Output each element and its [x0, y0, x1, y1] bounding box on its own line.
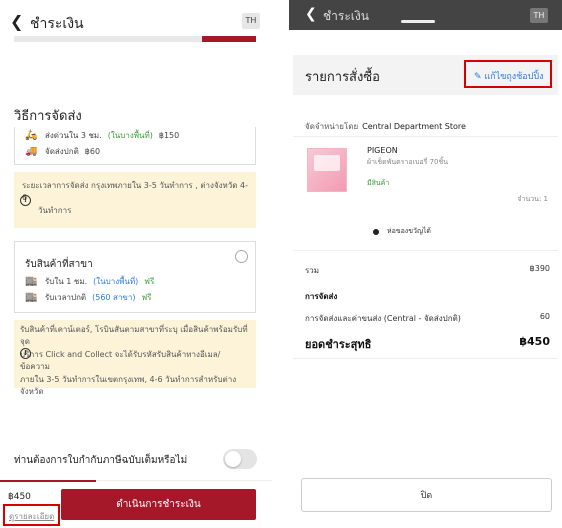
delivery-fast-icon: 🛵	[25, 130, 38, 141]
notice-text: บริการ Click and Collect จะได้รับรหัสรับ…	[20, 349, 221, 372]
toggle-knob	[225, 451, 241, 467]
seller-label: จัดจำหน่ายโดย	[305, 122, 359, 131]
back-icon[interactable]: ❮	[10, 12, 23, 31]
seller-name: Central Department Store	[362, 122, 466, 131]
info-icon: !	[20, 195, 31, 206]
notice-text: วันทำการ	[38, 205, 72, 215]
product-brand: PIGEON	[367, 146, 398, 155]
pickup-title: รับสินค้าที่สาขา	[25, 259, 93, 270]
grand-total-value: ฿450	[519, 335, 550, 348]
subtotal-row: รวม ฿390	[305, 264, 550, 277]
pickup-option-standard[interactable]: 🏬 รับเวลาปกติ (560 สาขา) ฟรี	[25, 291, 151, 304]
pickup-option-fast[interactable]: 🏬 รับใน 1 ชม. (ในบางพื้นที่) ฟรี	[25, 275, 154, 288]
sheet-header: รายการสั่งซื้อ ✎ แก้ไขถุงช้อปปิ้ง	[293, 55, 558, 95]
subtotal-value: ฿390	[529, 264, 550, 273]
notice-text: รับสินค้าที่เคาน์เตอร์, โรบินสันตามสาขาท…	[20, 325, 248, 347]
language-switch: TH	[530, 8, 548, 23]
shipping-heading-label: การจัดส่ง	[305, 292, 338, 301]
shipping-row: การจัดส่งและค่าขนส่ง (Central - จัดส่งปก…	[305, 312, 550, 325]
tax-invoice-toggle[interactable]	[223, 449, 257, 469]
shipping-heading: การจัดส่ง	[305, 290, 550, 303]
sheet-title: รายการสั่งซื้อ	[305, 70, 380, 85]
divider	[293, 358, 558, 359]
progress-bar	[14, 36, 256, 42]
delivery-method-title: วิธีการจัดส่ง	[14, 109, 82, 124]
proceed-payment-button[interactable]: ดำเนินการชำระเงิน	[61, 489, 256, 520]
product-quantity: จำนวน: 1	[517, 195, 548, 203]
delivery-notice: ระยะเวลาการจัดส่ง กรุงเทพภายใน 3-5 วันทำ…	[14, 172, 256, 228]
delivery-option-express[interactable]: 🛵 ส่งด่วนใน 3 ชม. (ในบางพื้นที่) ฿150	[25, 129, 179, 142]
total-amount: ฿450	[8, 492, 31, 502]
option-label: รับเวลาปกติ	[45, 293, 87, 302]
panel-gap	[272, 0, 289, 528]
page-title: ชำระเงิน	[30, 16, 84, 32]
store-icon: 🏬	[25, 276, 38, 287]
home-delivery-card[interactable]: 🛵 ส่งด่วนใน 3 ชม. (ในบางพื้นที่) ฿150 🚚 …	[14, 127, 256, 165]
delivery-option-standard[interactable]: 🚚 จัดส่งปกติ ฿60	[25, 145, 100, 158]
notice-text: จังหวัด	[20, 386, 44, 396]
checkout-bar: ฿450 ดูรายละเอียด ดำเนินการชำระเงิน	[0, 480, 272, 528]
edit-cart-label: แก้ไขถุงช้อปปิ้ง	[484, 72, 544, 82]
tax-invoice-label: ท่านต้องการใบกำกับภาษีฉบับเต็มหรือไม่	[14, 455, 188, 466]
grand-total-row: ยอดชำระสุทธิ ฿450	[305, 335, 550, 353]
option-note: (560 สาขา)	[92, 293, 136, 302]
stock-status: มีสินค้า	[367, 179, 390, 187]
dimmed-header: ❮ ชำระเงิน TH	[289, 0, 562, 30]
bar-accent	[0, 480, 96, 482]
store-icon: 🏬	[25, 292, 38, 303]
option-note: (ในบางพื้นที่)	[93, 277, 139, 286]
divider	[293, 250, 558, 251]
pickup-notice: รับสินค้าที่เคาน์เตอร์, โรบินสันตามสาขาท…	[14, 320, 256, 396]
pickup-radio[interactable]	[235, 250, 248, 263]
page-title: ชำระเงิน	[323, 9, 369, 23]
seller-info: จัดจำหน่ายโดย Central Department Store	[305, 120, 466, 133]
order-summary-panel: ❮ ชำระเงิน TH รายการสั่งซื้อ ✎ แก้ไขถุงช…	[289, 0, 562, 528]
back-icon: ❮	[305, 6, 317, 22]
option-price: ฿60	[84, 147, 101, 156]
shipping-label: การจัดส่งและค่าขนส่ง (Central - จัดส่งปก…	[305, 314, 461, 323]
subtotal-label: รวม	[305, 266, 320, 275]
option-label: จัดส่งปกติ	[45, 147, 79, 156]
option-price: ฟรี	[141, 293, 152, 302]
notice-text: ระยะเวลาการจัดส่ง กรุงเทพภายใน 3-5 วันทำ…	[22, 181, 249, 203]
option-label: รับใน 1 ชม.	[45, 277, 88, 286]
option-label: ส่งด่วนใน 3 ชม.	[45, 131, 102, 140]
info-icon: !	[20, 348, 31, 359]
truck-icon: 🚚	[25, 146, 38, 157]
sheet-handle[interactable]	[401, 20, 435, 23]
shipping-value: 60	[539, 312, 550, 321]
pencil-icon: ✎	[474, 72, 482, 82]
option-price: ฟรี	[144, 277, 155, 286]
store-pickup-card[interactable]: รับสินค้าที่สาขา 🏬 รับใน 1 ชม. (ในบางพื้…	[14, 241, 256, 313]
gift-wrap-option[interactable]: ห่อของขวัญได้	[373, 226, 431, 237]
order-sheet: รายการสั่งซื้อ ✎ แก้ไขถุงช้อปปิ้ง จัดจำห…	[293, 20, 558, 528]
checkout-panel: ❮ ชำระเงิน TH วิธีการจัดส่ง 🛵 ส่งด่วนใน …	[0, 0, 272, 528]
bullet-icon	[373, 228, 379, 235]
gift-label: ห่อของขวัญได้	[387, 227, 431, 235]
option-price: ฿150	[158, 131, 180, 140]
divider	[293, 136, 558, 137]
language-switch[interactable]: TH	[242, 13, 260, 29]
grand-total-label: ยอดชำระสุทธิ	[305, 338, 372, 351]
progress-fill	[202, 36, 256, 42]
close-button[interactable]: ปิด	[301, 478, 552, 512]
notice-text: ภายใน 3-5 วันทำการในเขตกรุงเทพ, 4-6 วันท…	[20, 374, 237, 384]
highlight-box	[3, 504, 60, 526]
product-image	[307, 148, 347, 192]
option-note: (ในบางพื้นที่)	[107, 131, 153, 140]
highlight-box: ✎ แก้ไขถุงช้อปปิ้ง	[464, 60, 552, 88]
edit-cart-link[interactable]: ✎ แก้ไขถุงช้อปปิ้ง	[474, 69, 544, 83]
product-name: ผ้าเช็ดพันตราอเบอรี่ 70ชิ้น	[367, 158, 449, 166]
